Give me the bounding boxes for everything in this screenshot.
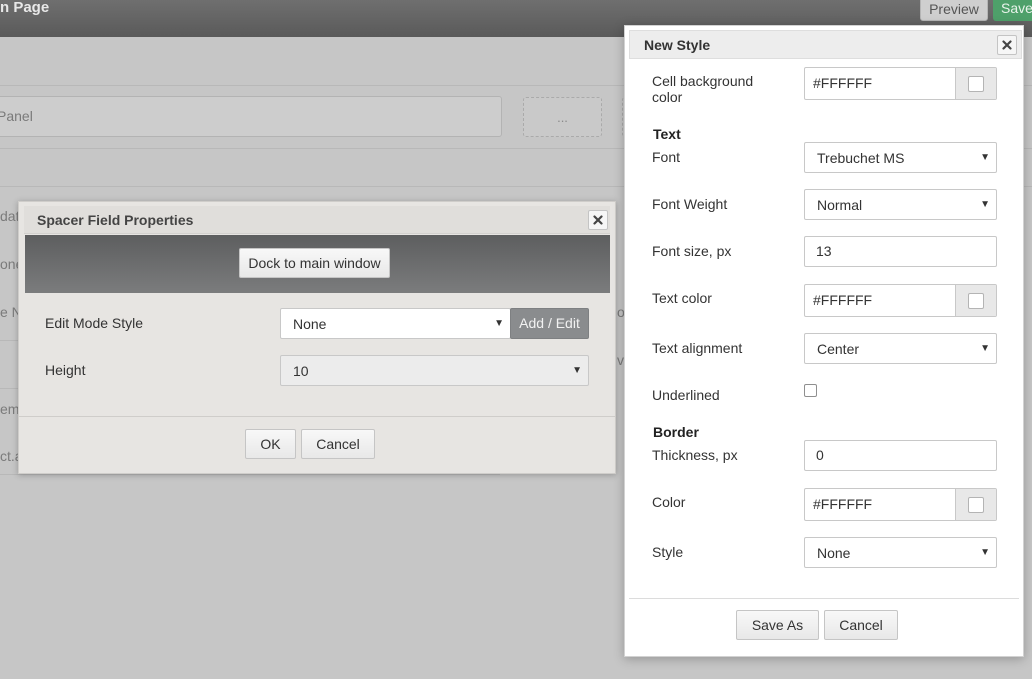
color-swatch (968, 293, 984, 309)
border-section-heading: Border (653, 424, 699, 440)
edit-mode-style-select[interactable]: None ▼ (280, 308, 511, 339)
font-size-label: Font size, px (652, 243, 732, 259)
color-swatch (968, 497, 984, 513)
new-style-close-button[interactable] (997, 35, 1017, 55)
font-weight-value: Normal (817, 197, 863, 213)
text-color-value: #FFFFFF (813, 292, 873, 308)
bg-divider (0, 474, 500, 475)
color-picker-button[interactable] (955, 68, 996, 99)
close-icon (593, 215, 603, 225)
preview-button[interactable]: Preview (920, 0, 988, 21)
font-value: Trebuchet MS (817, 150, 905, 166)
cell-background-color-input[interactable]: #FFFFFF (804, 67, 997, 100)
bg-panel-input[interactable]: Panel (0, 96, 502, 137)
font-size-value: 13 (816, 243, 832, 259)
chevron-down-icon: ▼ (980, 343, 990, 354)
spacer-dialog-footer-divider (19, 416, 615, 417)
text-color-label: Text color (652, 290, 712, 306)
new-style-titlebar[interactable]: New Style (629, 30, 1022, 59)
save-as-button[interactable]: Save As (736, 610, 819, 640)
font-weight-label: Font Weight (652, 196, 728, 212)
dock-bar: Dock to main window (25, 235, 610, 293)
border-style-value: None (817, 545, 851, 561)
spacer-cancel-button[interactable]: Cancel (301, 429, 375, 459)
cell-background-color-label: Cell background color (652, 73, 754, 105)
page-title: n Page (0, 0, 50, 16)
border-style-label: Style (652, 544, 684, 560)
bg-ellipsis-button[interactable]: ... (523, 97, 602, 137)
new-style-title: New Style (644, 37, 711, 53)
bg-divider (0, 388, 20, 389)
bg-ellipsis-label: ... (557, 110, 568, 125)
underlined-checkbox[interactable] (804, 384, 817, 397)
thickness-label: Thickness, px (652, 447, 738, 463)
color-picker-button[interactable] (955, 489, 996, 520)
spacer-dialog-titlebar[interactable]: Spacer Field Properties (24, 206, 610, 234)
font-weight-select[interactable]: Normal ▼ (804, 189, 997, 220)
border-color-input[interactable]: #FFFFFF (804, 488, 997, 521)
bg-panel-input-text: Panel (0, 108, 33, 124)
cell-background-color-value: #FFFFFF (813, 75, 873, 91)
underlined-label: Underlined (652, 387, 720, 403)
save-button[interactable]: Save (993, 0, 1032, 21)
text-color-input[interactable]: #FFFFFF (804, 284, 997, 317)
chevron-down-icon: ▼ (980, 152, 990, 163)
chevron-down-icon: ▼ (572, 365, 582, 376)
spacer-field-properties-dialog: Spacer Field Properties Dock to main win… (18, 201, 616, 474)
color-picker-button[interactable] (955, 285, 996, 316)
edit-mode-style-value: None (293, 316, 327, 332)
text-section-heading: Text (653, 126, 681, 142)
new-style-footer-divider (629, 598, 1019, 599)
text-alignment-label: Text alignment (652, 340, 743, 356)
new-style-cancel-button[interactable]: Cancel (824, 610, 898, 640)
add-edit-button[interactable]: Add / Edit (510, 308, 589, 339)
text-alignment-value: Center (817, 341, 860, 357)
font-size-input[interactable]: 13 (804, 236, 997, 267)
close-icon (1002, 40, 1012, 50)
height-select[interactable]: 10 ▼ (280, 355, 589, 386)
color-swatch (968, 76, 984, 92)
spacer-dialog-title: Spacer Field Properties (37, 212, 194, 228)
ok-button[interactable]: OK (245, 429, 296, 459)
border-color-label: Color (652, 494, 686, 510)
thickness-value: 0 (816, 447, 824, 463)
new-style-dialog: New Style Cell background color #FFFFFF … (624, 25, 1024, 657)
height-label: Height (45, 362, 86, 378)
font-select[interactable]: Trebuchet MS ▼ (804, 142, 997, 173)
chevron-down-icon: ▼ (980, 199, 990, 210)
border-style-select[interactable]: None ▼ (804, 537, 997, 568)
thickness-input[interactable]: 0 (804, 440, 997, 471)
bg-row-fragment: dat (0, 208, 20, 224)
bg-row-fragment: v (617, 352, 624, 368)
height-value: 10 (293, 363, 309, 379)
border-color-value: #FFFFFF (813, 496, 873, 512)
spacer-dialog-close-button[interactable] (588, 210, 608, 230)
bg-row-fragment: em (0, 401, 20, 417)
chevron-down-icon: ▼ (494, 318, 504, 329)
dock-to-main-window-button[interactable]: Dock to main window (239, 248, 390, 278)
chevron-down-icon: ▼ (980, 547, 990, 558)
edit-mode-style-label: Edit Mode Style (45, 315, 144, 331)
text-alignment-select[interactable]: Center ▼ (804, 333, 997, 364)
bg-divider (0, 340, 20, 341)
font-label: Font (652, 149, 681, 165)
